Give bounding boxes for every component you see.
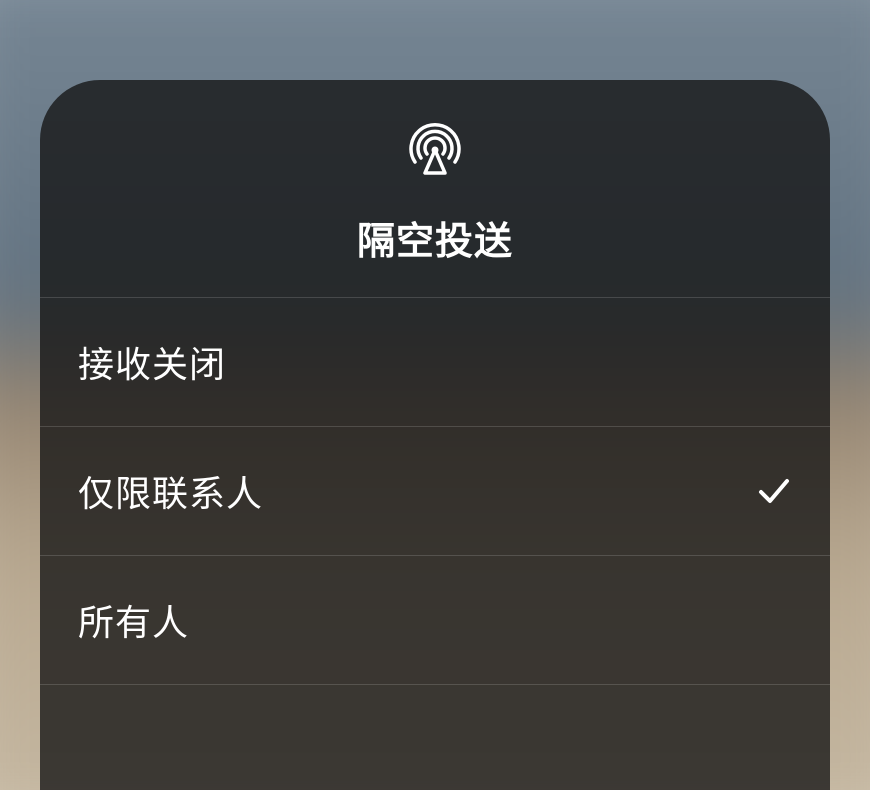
option-label: 仅限联系人	[78, 465, 263, 517]
airdrop-icon	[405, 120, 465, 180]
airdrop-panel: 隔空投送 接收关闭 仅限联系人 所有人	[40, 80, 830, 790]
option-label: 所有人	[78, 594, 189, 646]
option-list: 接收关闭 仅限联系人 所有人	[40, 298, 830, 685]
option-contacts-only[interactable]: 仅限联系人	[40, 427, 830, 556]
panel-title: 隔空投送	[357, 210, 513, 265]
option-label: 接收关闭	[78, 336, 226, 388]
checkmark-icon	[756, 473, 792, 509]
option-everyone[interactable]: 所有人	[40, 556, 830, 685]
panel-header: 隔空投送	[40, 80, 830, 298]
option-receiving-off[interactable]: 接收关闭	[40, 298, 830, 427]
